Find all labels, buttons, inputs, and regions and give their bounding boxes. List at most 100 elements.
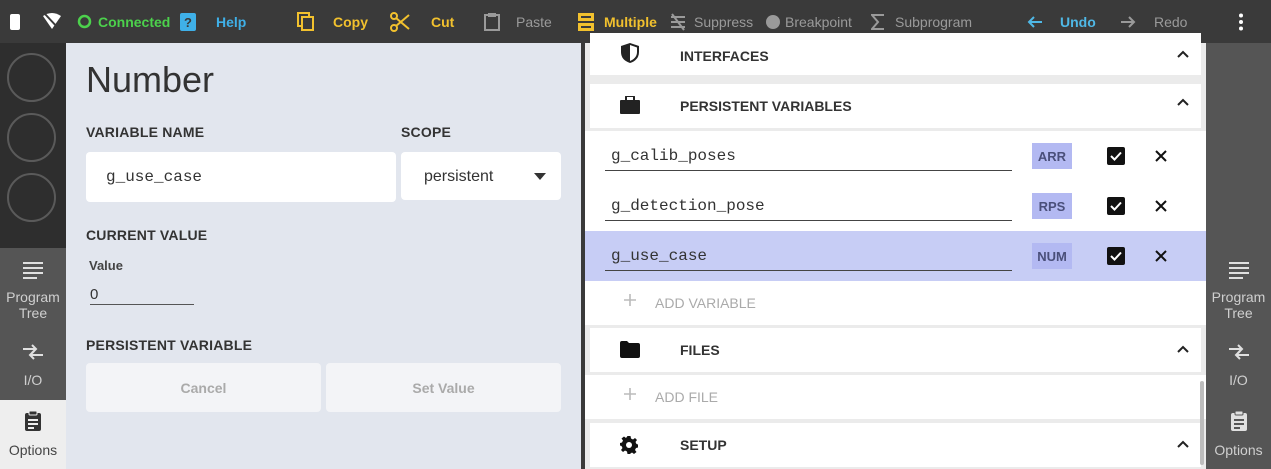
cut-label: Cut	[431, 13, 455, 30]
delete-icon[interactable]	[1155, 250, 1167, 262]
variable-row-selected[interactable]: g_use_case NUM	[585, 231, 1206, 281]
variable-name-field[interactable]: g_detection_pose	[605, 191, 1012, 221]
variable-row[interactable]: g_calib_poses ARR	[585, 131, 1206, 181]
add-file-button[interactable]: ADD FILE	[585, 375, 1206, 419]
breakpoint-label: Breakpoint	[785, 13, 852, 30]
program-tree-label: Program Tree	[1211, 289, 1266, 321]
scrollbar-thumb[interactable]	[1200, 381, 1204, 465]
delete-icon[interactable]	[1155, 150, 1167, 162]
variable-name-label: VARIABLE NAME	[86, 124, 205, 140]
scope-value: persistent	[424, 168, 494, 185]
section-header-files[interactable]: FILES	[590, 328, 1201, 372]
section-title-files: FILES	[680, 342, 720, 358]
value-label: Value	[89, 258, 123, 273]
variable-type-badge: RPS	[1032, 193, 1072, 219]
variable-name-field[interactable]: g_use_case	[605, 241, 1012, 271]
nav-options[interactable]: Options	[0, 400, 66, 469]
nav-io-right[interactable]: I/O	[1206, 330, 1271, 400]
chevron-up-icon	[1177, 98, 1189, 106]
checkbox-checked-icon[interactable]	[1107, 197, 1125, 215]
quick-action-button-3[interactable]	[7, 173, 56, 222]
current-value-label: CURRENT VALUE	[86, 227, 208, 243]
section-header-setup[interactable]: SETUP	[590, 423, 1201, 467]
nav-io[interactable]: I/O	[0, 330, 66, 400]
briefcase-icon	[620, 96, 640, 114]
page-title: Number	[86, 59, 215, 100]
left-sidebar: Program Tree I/O Options	[0, 43, 66, 469]
redo-label: Redo	[1154, 13, 1188, 30]
help-button[interactable]: ? Help	[180, 0, 246, 43]
chevron-up-icon	[1177, 345, 1189, 353]
variable-type-badge: NUM	[1032, 243, 1072, 269]
delete-icon[interactable]	[1155, 200, 1167, 212]
multiple-select-icon	[578, 12, 594, 31]
scope-select[interactable]: persistent	[401, 152, 561, 200]
add-variable-label: ADD VARIABLE	[655, 295, 756, 311]
arrow-left-icon	[1027, 15, 1042, 28]
chevron-up-icon	[1177, 440, 1189, 448]
io-label: I/O	[23, 372, 43, 388]
scope-label: SCOPE	[401, 124, 452, 140]
cut-button[interactable]: Cut	[390, 0, 454, 43]
section-header-persistent-variables[interactable]: PERSISTENT VARIABLES	[590, 84, 1201, 128]
variable-name-input[interactable]: g_use_case	[86, 152, 396, 202]
wifi-off-icon[interactable]	[42, 0, 62, 43]
clipboard-list-icon	[1230, 410, 1247, 431]
value-text: 0	[90, 286, 99, 303]
multiple-label: Multiple	[604, 13, 657, 30]
arrow-right-icon	[1121, 15, 1136, 28]
add-file-label: ADD FILE	[655, 389, 719, 405]
variable-detail-panel: Number VARIABLE NAME g_use_case SCOPE pe…	[66, 43, 581, 469]
connection-status[interactable]: Connected	[77, 0, 170, 43]
section-title-setup: SETUP	[680, 437, 727, 453]
list-icon	[23, 262, 43, 279]
variable-type-badge: ARR	[1032, 143, 1072, 169]
more-menu-button[interactable]	[1236, 0, 1246, 43]
io-arrows-icon	[23, 344, 43, 360]
help-icon: ?	[180, 12, 196, 31]
help-label: Help	[216, 13, 247, 30]
more-vertical-icon	[1239, 13, 1243, 30]
list-icon	[1228, 262, 1249, 279]
copy-button[interactable]: Copy	[297, 0, 368, 43]
section-header-interfaces[interactable]: INTERFACES	[590, 33, 1201, 75]
quick-action-button-2[interactable]	[7, 113, 56, 162]
breakpoint-icon	[766, 14, 780, 29]
clipboard-list-icon	[25, 410, 41, 431]
set-value-button[interactable]: Set Value	[326, 363, 561, 412]
nav-options-right[interactable]: Options	[1206, 400, 1271, 469]
io-arrows-icon	[1228, 344, 1249, 360]
value-input[interactable]: 0	[90, 283, 194, 305]
nav-program-tree-right[interactable]: Program Tree	[1206, 248, 1271, 330]
copy-icon	[297, 11, 314, 31]
cancel-button[interactable]: Cancel	[86, 363, 321, 412]
chevron-up-icon	[1177, 50, 1189, 58]
plus-icon	[624, 388, 636, 400]
caret-down-icon	[534, 173, 546, 180]
gear-icon	[620, 436, 638, 454]
io-label: I/O	[1229, 372, 1248, 388]
clipboard-icon	[484, 13, 500, 31]
suppress-label: Suppress	[694, 13, 754, 30]
sigma-icon	[871, 13, 884, 30]
program-tree-label: Program Tree	[6, 289, 60, 321]
nav-program-tree[interactable]: Program Tree	[0, 248, 66, 330]
copy-label: Copy	[333, 13, 368, 30]
folder-icon	[620, 341, 640, 358]
checkbox-checked-icon[interactable]	[1107, 247, 1125, 265]
checkbox-checked-icon[interactable]	[1107, 147, 1125, 165]
variable-name-field[interactable]: g_calib_poses	[605, 141, 1012, 171]
options-label: Options	[8, 442, 58, 458]
suppress-icon	[671, 12, 685, 31]
variable-row[interactable]: g_detection_pose RPS	[585, 181, 1206, 231]
variable-name-value: g_use_case	[106, 168, 203, 186]
quick-action-button-1[interactable]	[7, 53, 56, 102]
options-label: Options	[1214, 442, 1263, 458]
paste-button[interactable]: Paste	[484, 0, 552, 43]
shield-icon	[621, 43, 639, 63]
subprogram-label: Subprogram	[895, 13, 973, 30]
robot-status-icon[interactable]	[9, 0, 21, 43]
add-variable-button[interactable]: ADD VARIABLE	[585, 281, 1206, 325]
right-sidebar: Program Tree I/O Options	[1206, 43, 1271, 469]
section-title-persistent-variables: PERSISTENT VARIABLES	[680, 98, 852, 114]
